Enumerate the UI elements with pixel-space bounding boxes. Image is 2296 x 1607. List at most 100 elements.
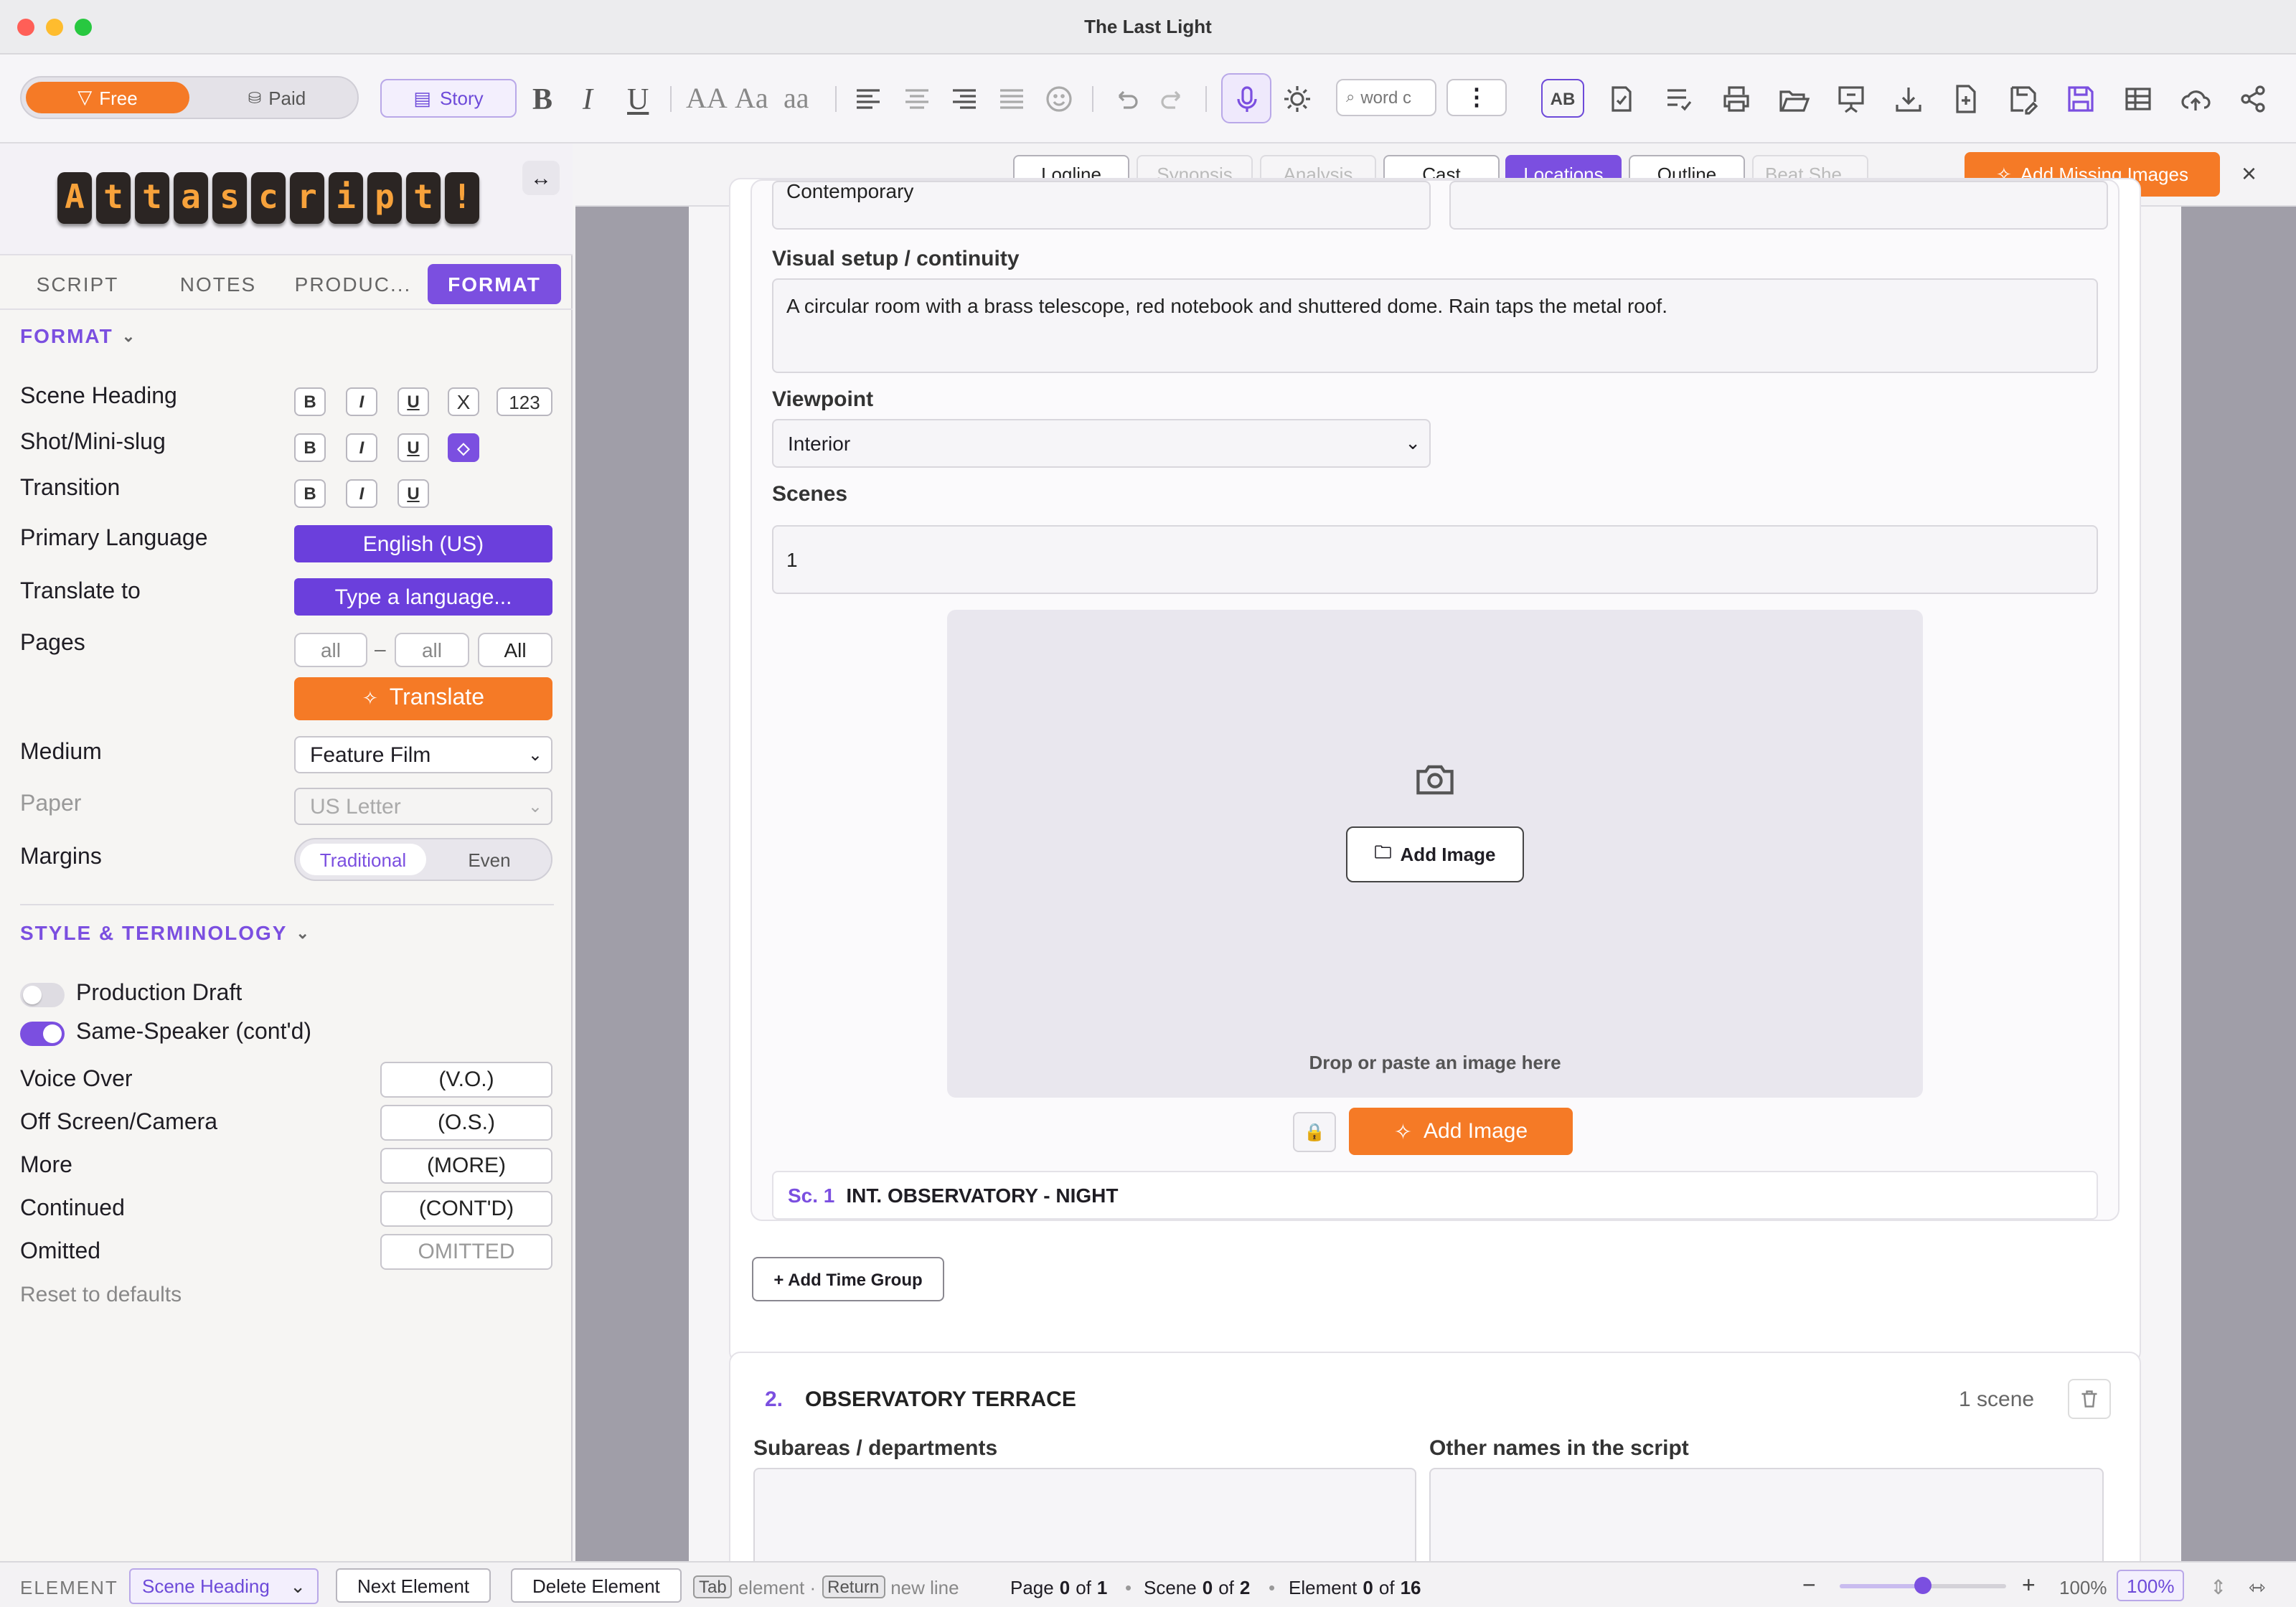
transition-underline[interactable]: U bbox=[397, 479, 429, 508]
reset-defaults-link[interactable]: Reset to defaults bbox=[20, 1283, 182, 1307]
visual-setup-field[interactable]: A circular room with a brass telescope, … bbox=[772, 278, 2098, 373]
subareas-field[interactable] bbox=[753, 1468, 1416, 1561]
scene-heading-underline[interactable]: U bbox=[397, 387, 429, 416]
shot-underline[interactable]: U bbox=[397, 433, 429, 462]
logo-letter: A bbox=[57, 172, 92, 224]
add-image-button[interactable]: 🗀 Add Image bbox=[1346, 826, 1524, 882]
search-input[interactable]: ⌕ word c bbox=[1336, 79, 1436, 116]
print-icon[interactable] bbox=[1721, 80, 1752, 118]
transition-italic[interactable]: I bbox=[346, 479, 377, 508]
checklist-icon[interactable] bbox=[1663, 80, 1695, 118]
viewpoint-select[interactable]: Interior ⌄ bbox=[772, 419, 1431, 468]
scene-heading-italic[interactable]: I bbox=[346, 387, 377, 416]
close-icon[interactable]: × bbox=[2241, 159, 2257, 189]
expand-sidebar-icon[interactable]: ↔ bbox=[522, 161, 560, 195]
fit-height-icon[interactable]: ⇕ bbox=[2210, 1573, 2226, 1601]
table-icon[interactable] bbox=[2122, 80, 2154, 118]
bold-button[interactable]: B bbox=[532, 80, 552, 118]
redo-icon[interactable] bbox=[1157, 80, 1188, 118]
scene-heading-clear[interactable]: X bbox=[448, 387, 479, 416]
save-icon[interactable] bbox=[2065, 80, 2097, 118]
new-document-icon[interactable] bbox=[1950, 80, 1982, 118]
align-left-icon[interactable] bbox=[852, 80, 884, 118]
scene-heading-numbering[interactable]: 123 bbox=[497, 387, 552, 416]
tab-format[interactable]: FORMAT bbox=[428, 264, 561, 304]
translate-to-input[interactable]: Type a language... bbox=[294, 578, 552, 616]
shot-italic[interactable]: I bbox=[346, 433, 377, 462]
plan-free-option[interactable]: ▽ Free bbox=[26, 82, 189, 113]
add-time-group-button[interactable]: + Add Time Group bbox=[752, 1257, 944, 1301]
next-element-button[interactable]: Next Element bbox=[336, 1568, 491, 1603]
italic-button[interactable]: I bbox=[583, 80, 593, 118]
pages-from-input[interactable]: all bbox=[294, 633, 367, 667]
lowercase-button[interactable]: aa bbox=[784, 80, 809, 118]
shot-bold[interactable]: B bbox=[294, 433, 326, 462]
checked-doc-icon[interactable] bbox=[1606, 80, 1637, 118]
voice-over-input[interactable]: (V.O.) bbox=[380, 1062, 552, 1098]
tab-script[interactable]: SCRIPT bbox=[20, 264, 135, 304]
uppercase-button[interactable]: AA bbox=[686, 80, 728, 118]
tab-production[interactable]: PRODUC... bbox=[287, 264, 419, 304]
plan-paid-option[interactable]: ⛁ Paid bbox=[199, 82, 354, 113]
era-field[interactable]: Contemporary bbox=[772, 181, 1431, 230]
shot-diamond-icon[interactable]: ◇ bbox=[448, 433, 479, 462]
spellcheck-button[interactable]: AB bbox=[1541, 79, 1584, 118]
margins-toggle[interactable]: Traditional Even bbox=[294, 838, 552, 881]
pages-to-input[interactable]: all bbox=[395, 633, 469, 667]
format-section-header[interactable]: FORMAT ⌄ bbox=[20, 324, 136, 347]
underline-button[interactable]: U bbox=[627, 80, 649, 118]
delete-element-button[interactable]: Delete Element bbox=[511, 1568, 682, 1603]
lock-image-icon[interactable]: 🔒 bbox=[1293, 1112, 1336, 1152]
element-select[interactable]: Scene Heading ⌄ bbox=[129, 1568, 319, 1604]
more-options-button[interactable]: ⋮ bbox=[1446, 79, 1507, 116]
location-2-name[interactable]: OBSERVATORY TERRACE bbox=[805, 1387, 1076, 1412]
mood-field[interactable] bbox=[1449, 181, 2108, 230]
zoom-slider-knob[interactable] bbox=[1914, 1577, 1932, 1594]
folder-open-icon[interactable] bbox=[1778, 80, 1810, 118]
zoom-in-icon[interactable]: + bbox=[2022, 1573, 2036, 1601]
undo-icon[interactable] bbox=[1111, 80, 1142, 118]
story-button[interactable]: ▤ Story bbox=[380, 79, 517, 118]
fit-width-icon[interactable]: ⇿ bbox=[2249, 1573, 2265, 1601]
trash-icon[interactable] bbox=[2068, 1379, 2111, 1419]
medium-select[interactable]: Feature Film ⌄ bbox=[294, 736, 552, 773]
justify-icon[interactable] bbox=[996, 80, 1027, 118]
tab-notes[interactable]: NOTES bbox=[161, 264, 276, 304]
same-speaker-toggle[interactable] bbox=[20, 1022, 65, 1046]
scenes-field[interactable]: 1 bbox=[772, 525, 2098, 594]
save-as-icon[interactable] bbox=[2008, 80, 2039, 118]
plan-toggle[interactable]: ▽ Free ⛁ Paid bbox=[20, 76, 359, 119]
scene-row[interactable]: Sc. 1 INT. OBSERVATORY - NIGHT bbox=[772, 1171, 2098, 1220]
align-center-icon[interactable] bbox=[901, 80, 933, 118]
main-area: Logline Synopsis Analysis Cast Locations… bbox=[575, 143, 2296, 1561]
paper-value: US Letter bbox=[310, 794, 401, 819]
brightness-icon[interactable] bbox=[1281, 80, 1313, 118]
titlecase-button[interactable]: Aa bbox=[735, 80, 768, 118]
align-right-icon[interactable] bbox=[949, 80, 980, 118]
margins-even[interactable]: Even bbox=[428, 844, 551, 875]
margins-traditional[interactable]: Traditional bbox=[300, 844, 426, 875]
off-screen-input[interactable]: (O.S.) bbox=[380, 1105, 552, 1141]
share-icon[interactable] bbox=[2237, 80, 2269, 118]
primary-language-field[interactable]: English (US) bbox=[294, 525, 552, 562]
style-section-header[interactable]: STYLE & TERMINOLOGY ⌄ bbox=[20, 921, 311, 944]
translate-button[interactable]: ✧ Translate bbox=[294, 677, 552, 720]
microphone-button[interactable] bbox=[1221, 73, 1271, 123]
image-drop-zone[interactable]: 🗀 Add Image Drop or paste an image here bbox=[947, 610, 1923, 1098]
presentation-icon[interactable] bbox=[1835, 80, 1867, 118]
zoom-out-icon[interactable]: − bbox=[1802, 1573, 1816, 1601]
more-input[interactable]: (MORE) bbox=[380, 1148, 552, 1184]
emoji-icon[interactable] bbox=[1043, 80, 1075, 118]
download-icon[interactable] bbox=[1893, 80, 1924, 118]
transition-bold[interactable]: B bbox=[294, 479, 326, 508]
generate-image-button[interactable]: ✧ Add Image bbox=[1349, 1108, 1573, 1155]
continued-input[interactable]: (CONT'D) bbox=[380, 1191, 552, 1227]
production-draft-toggle[interactable] bbox=[20, 983, 65, 1007]
zoom-slider[interactable] bbox=[1840, 1577, 2006, 1594]
scene-heading-bold[interactable]: B bbox=[294, 387, 326, 416]
other-names-field[interactable] bbox=[1429, 1468, 2104, 1561]
zoom-badge[interactable]: 100% bbox=[2117, 1570, 2185, 1601]
omitted-input[interactable]: OMITTED bbox=[380, 1234, 552, 1270]
cloud-upload-icon[interactable] bbox=[2180, 80, 2211, 118]
pages-all-button[interactable]: All bbox=[478, 633, 552, 667]
